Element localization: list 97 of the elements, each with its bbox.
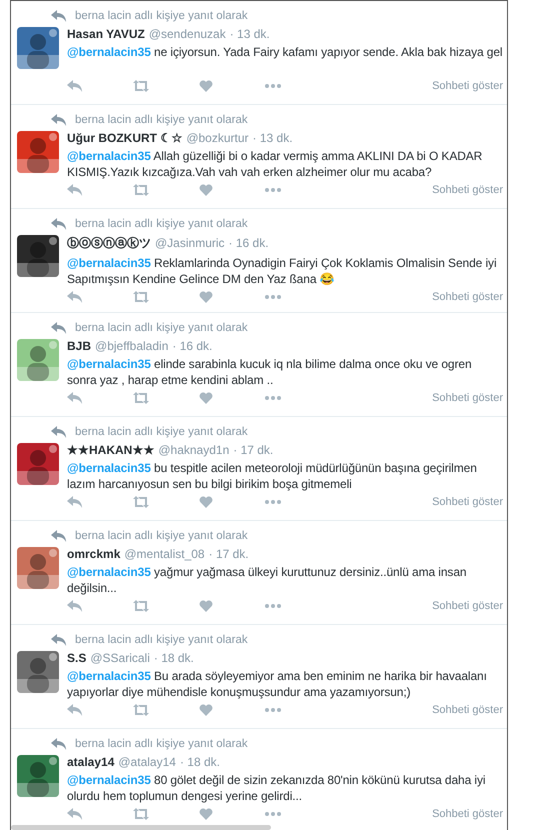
timestamp[interactable]: · 13 dk. <box>230 27 270 41</box>
reply-icon[interactable] <box>67 704 83 716</box>
reply-context: berna lacin adlı kişiye yanıt olarak <box>75 218 248 230</box>
timestamp[interactable]: · 13 dk. <box>252 131 293 145</box>
show-conversation-link[interactable]: Sohbeti göster <box>432 291 503 303</box>
show-conversation-link[interactable]: Sohbeti göster <box>432 808 503 820</box>
reply-context: berna lacin adlı kişiye yanıt olarak <box>75 322 248 334</box>
show-conversation-link[interactable]: Sohbeti göster <box>432 600 503 612</box>
user-name[interactable]: ★★HAKAN★★ <box>67 443 154 457</box>
retweet-icon[interactable] <box>133 808 149 820</box>
user-name[interactable]: Hasan YAVUZ <box>67 27 145 41</box>
heart-icon[interactable] <box>199 704 213 716</box>
reply-icon[interactable] <box>51 218 67 230</box>
reply-icon[interactable] <box>67 392 83 404</box>
show-conversation-link[interactable]: Sohbeti göster <box>432 184 503 196</box>
user-handle[interactable]: @haknayd1n <box>158 443 230 457</box>
timestamp[interactable]: · 16 dk. <box>228 236 269 250</box>
more-icon[interactable] <box>265 812 281 816</box>
show-conversation-link[interactable]: Sohbeti göster <box>432 496 503 508</box>
user-handle[interactable]: @SSaricali <box>90 651 150 665</box>
mention-link[interactable]: @bernalacin35 <box>67 669 151 683</box>
show-conversation-link[interactable]: Sohbeti göster <box>432 392 503 404</box>
heart-icon[interactable] <box>199 808 213 820</box>
scrollbar[interactable] <box>11 825 271 830</box>
heart-icon[interactable] <box>199 184 213 196</box>
heart-icon[interactable] <box>199 291 213 303</box>
user-name[interactable]: atalay14 <box>67 755 114 769</box>
reply-icon[interactable] <box>51 738 67 750</box>
heart-icon[interactable] <box>199 496 213 508</box>
show-conversation-link[interactable]: Sohbeti göster <box>432 80 503 92</box>
reply-icon[interactable] <box>67 291 83 303</box>
reply-context: berna lacin adlı kişiye yanıt olarak <box>75 738 248 750</box>
timestamp[interactable]: · 17 dk. <box>208 547 249 561</box>
timestamp[interactable]: · 16 dk. <box>172 339 212 353</box>
reply-icon[interactable] <box>51 530 67 542</box>
mention-link[interactable]: @bernalacin35 <box>67 461 151 475</box>
mention-link[interactable]: @bernalacin35 <box>67 357 151 371</box>
mention-link[interactable]: @bernalacin35 <box>67 149 151 163</box>
user-name[interactable]: ⓑⓞⓢⓝⓐⓚツ <box>67 235 151 252</box>
show-conversation-link[interactable]: Sohbeti göster <box>432 704 503 716</box>
tweet-text: @bernalacin35 bu tespitle acilen meteoroloji müdürlüğünün başına geçirilmen lazım harcanıyosun sen bu bilgi birikim boşa gitmemeli <box>67 460 478 492</box>
user-handle[interactable]: @bjeffbaladin <box>95 339 168 353</box>
retweet-icon[interactable] <box>133 496 149 508</box>
more-icon[interactable] <box>265 84 281 88</box>
retweet-icon[interactable] <box>133 80 149 92</box>
user-handle[interactable]: @sendenuzak <box>148 27 226 41</box>
user-name[interactable]: S.S <box>67 651 86 665</box>
mention-link[interactable]: @bernalacin35 <box>67 256 151 270</box>
reply-icon[interactable] <box>67 808 83 820</box>
reply-icon[interactable] <box>51 634 67 646</box>
retweet-icon[interactable] <box>133 704 149 716</box>
tweet-text: @bernalacin35 elinde sarabinla kucuk iq nla bilime dalma once oku ve ogren sonra yaz , harap etme kendini ablam .. <box>67 356 473 388</box>
user-name[interactable]: Uğur BOZKURT ☾☆ <box>67 131 182 145</box>
more-icon[interactable] <box>265 396 281 400</box>
tweet-text: @bernalacin35 yağmur yağmasa ülkeyi kuruttunuz dersiniz..ünlü ama insan değilsin... <box>67 564 468 596</box>
user-handle[interactable]: @Jasinmuric <box>155 236 225 250</box>
user-handle[interactable]: @atalay14 <box>118 755 176 769</box>
mention-link[interactable]: @bernalacin35 <box>67 773 151 787</box>
tweet-text: @bernalacin35 ne içiyorsun. Yada Fairy kafamı yapıyor sende. Akla bak hizaya gel <box>67 44 503 61</box>
more-icon[interactable] <box>265 708 281 712</box>
reply-context: berna lacin adlı kişiye yanıt olarak <box>75 10 248 22</box>
reply-context: berna lacin adlı kişiye yanıt olarak <box>75 114 248 126</box>
timestamp[interactable]: · 18 dk. <box>154 651 194 665</box>
heart-icon[interactable] <box>199 80 213 92</box>
user-handle[interactable]: @mentalist_08 <box>124 547 205 561</box>
reply-icon[interactable] <box>67 80 83 92</box>
tweet-text: @bernalacin35 Reklamlarinda Oynadigin Fairyi Çok Koklamis Olmalisin Sende iyi Sapıtmışsın Kendine Gelince DM den Yaz ßana 😂 <box>67 255 498 287</box>
reply-context: berna lacin adlı kişiye yanıt olarak <box>75 530 248 542</box>
reply-icon[interactable] <box>51 426 67 438</box>
tweet-text: @bernalacin35 Bu arada söyleyemiyor ama ben eminim ne harika bir havaalanı yapıyorlar diye mühendisle konuşmuşsundur ama yazamıyorsun;) <box>67 668 488 700</box>
reply-icon[interactable] <box>51 10 67 22</box>
more-icon[interactable] <box>265 295 281 299</box>
mention-link[interactable]: @bernalacin35 <box>67 565 151 579</box>
timestamp[interactable]: · 18 dk. <box>180 755 220 769</box>
more-icon[interactable] <box>265 188 281 192</box>
reply-context: berna lacin adlı kişiye yanıt olarak <box>75 634 248 646</box>
retweet-icon[interactable] <box>133 600 149 612</box>
more-icon[interactable] <box>265 500 281 504</box>
user-name[interactable]: BJB <box>67 339 92 353</box>
reply-icon[interactable] <box>51 322 67 334</box>
reply-icon[interactable] <box>67 496 83 508</box>
reply-context: berna lacin adlı kişiye yanıt olarak <box>75 426 248 438</box>
heart-icon[interactable] <box>199 392 213 404</box>
tweet-text: @bernalacin35 Allah güzelliği bi o kadar vermiş amma AKLINI DA bi O KADAR KISMIŞ.Yazık kızcağıza.Vah vah vah erken alzheimer olur mu acaba? <box>67 148 484 180</box>
tweet-text: @bernalacin35 80 gölet değil de sizin zekanızda 80'nin kökünü kurutsa daha iyi olurdu hem toplumun dengesi yerine gelirdi... <box>67 772 486 804</box>
mention-link[interactable]: @bernalacin35 <box>67 45 151 59</box>
reply-icon[interactable] <box>67 184 83 196</box>
more-icon[interactable] <box>265 604 281 608</box>
retweet-icon[interactable] <box>133 392 149 404</box>
timestamp[interactable]: · 17 dk. <box>233 443 274 457</box>
retweet-icon[interactable] <box>133 184 149 196</box>
user-handle[interactable]: @bozkurtur <box>186 131 249 145</box>
reply-icon[interactable] <box>51 114 67 126</box>
user-name[interactable]: omrckmk <box>67 547 120 561</box>
retweet-icon[interactable] <box>133 291 149 303</box>
reply-icon[interactable] <box>67 600 83 612</box>
heart-icon[interactable] <box>199 600 213 612</box>
